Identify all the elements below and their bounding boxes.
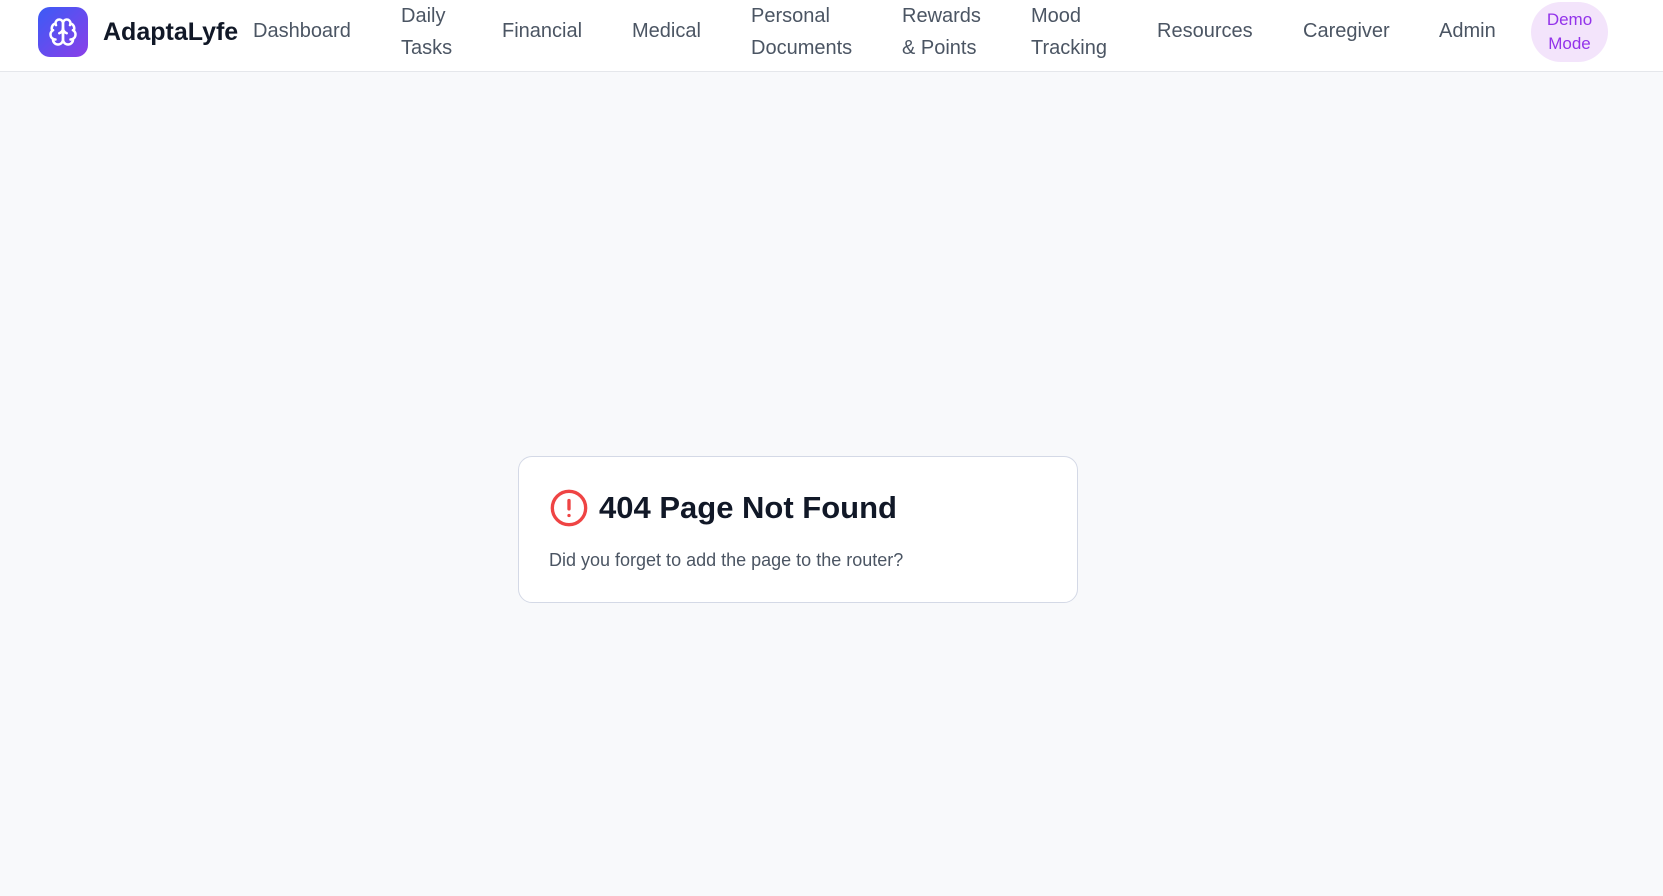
error-message: Did you forget to add the page to the ro… [549,550,904,570]
nav-item-financial[interactable]: Financial [502,15,582,47]
nav-item-label: Daily [401,5,446,27]
nav-item-label: & Points [902,37,977,59]
nav-item-label: Mood [1031,5,1082,27]
nav-item-label: Financial [502,20,583,42]
alert-circle-icon [550,489,588,527]
nav-item-daily-tasks[interactable]: Daily Tasks [401,0,452,64]
nav-item-label: Medical [632,20,701,42]
top-navigation-bar: AdaptaLyfe Dashboard Daily Tasks Financi… [0,0,1663,72]
demo-mode-badge[interactable]: Demo Mode [1531,2,1608,62]
nav-item-mood-tracking[interactable]: Mood Tracking [1031,0,1107,64]
demo-mode-label: Demo [1546,10,1593,29]
nav-item-label: Documents [751,37,853,59]
brain-icon [49,18,77,46]
logo[interactable] [38,7,88,57]
nav-item-medical[interactable]: Medical [632,15,701,47]
nav-item-label: Personal [751,5,830,27]
nav-item-rewards-points[interactable]: Rewards & Points [902,0,981,64]
not-found-card: 404 Page Not Found Did you forget to add… [518,456,1078,603]
nav-item-resources[interactable]: Resources [1157,15,1253,47]
nav-item-label: Admin [1439,20,1496,42]
nav-item-label: Rewards [902,5,981,27]
error-title: 404 Page Not Found [599,490,897,525]
nav-item-dashboard[interactable]: Dashboard [253,15,351,47]
nav-item-label: Dashboard [253,20,351,42]
nav-item-label: Tracking [1031,37,1107,59]
nav-item-personal-documents[interactable]: Personal Documents [751,0,852,64]
app-title[interactable]: AdaptaLyfe [103,17,238,47]
nav-item-admin[interactable]: Admin [1439,15,1496,47]
nav-item-label: Resources [1157,20,1253,42]
nav-item-label: Caregiver [1303,20,1390,42]
demo-mode-label: Mode [1548,34,1591,53]
nav-item-label: Tasks [401,37,453,59]
nav-item-caregiver[interactable]: Caregiver [1303,15,1390,47]
